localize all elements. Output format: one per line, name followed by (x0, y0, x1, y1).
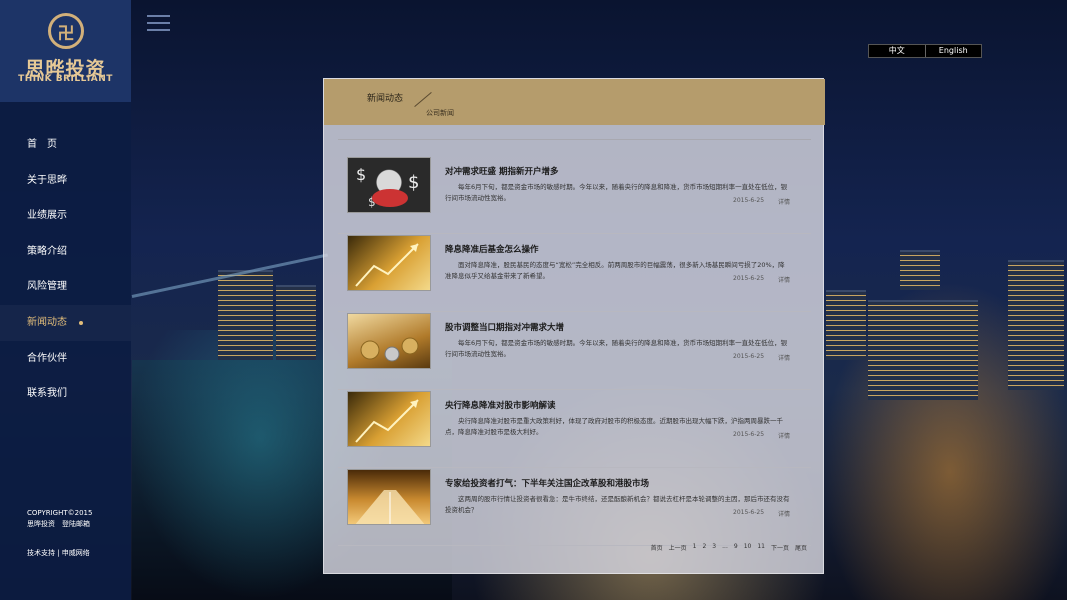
news-title[interactable]: 央行降息降准对股市影响解读 (445, 399, 556, 411)
copyright: COPYRIGHT©2015 思晔投资 登陆邮箱 (27, 508, 92, 530)
nav-item-news[interactable]: 新闻动态 (0, 304, 131, 341)
news-item[interactable]: 专家给投资者打气：下半年关注国企改革股和港股市场 这两周的股市行情让投资者很看急… (338, 469, 811, 546)
menu-icon[interactable] (147, 13, 170, 33)
nav-item-about[interactable]: 关于思晔 (0, 163, 131, 199)
language-switch: 中文 English (868, 44, 982, 58)
news-thumbnail[interactable] (347, 235, 431, 291)
news-item[interactable]: 央行降息降准对股市影响解读 央行降息降准对股市是重大政策利好，体现了政府对股市的… (338, 391, 811, 468)
pager-page-2[interactable]: 2 (702, 543, 706, 552)
news-item[interactable]: 降息降准后基金怎么操作 面对降息降准，股民基民的态度与“宽松”完全相反。前两周股… (338, 235, 811, 312)
logo-text-en: THINK BRILLIANT (18, 74, 113, 84)
nav-item-contact[interactable]: 联系我们 (0, 376, 131, 412)
svg-text:$: $ (356, 165, 366, 184)
nav-item-strategy[interactable]: 策略介绍 (0, 234, 131, 270)
building (276, 285, 316, 360)
nav-item-label: 风险管理 (27, 281, 67, 293)
nav-item-label: 合作伙伴 (27, 352, 67, 364)
nav-item-label: 首 页 (27, 139, 57, 150)
news-more-link[interactable]: 详情 (778, 353, 790, 362)
nav-item-label: 策略介绍 (27, 245, 67, 257)
nav-item-partners[interactable]: 合作伙伴 (0, 341, 131, 377)
news-title[interactable]: 对冲需求旺盛 期指新开户增多 (445, 165, 558, 177)
news-date: 2015-6-25 (733, 275, 765, 282)
building (900, 250, 940, 290)
news-title[interactable]: 股市调整当口期指对冲需求大增 (445, 321, 564, 333)
news-panel: 新闻动态 公司新闻 $ $ $ 对冲需求旺盛 期指新开户增多 每年6月下旬，都是… (323, 78, 825, 574)
news-more-link[interactable]: 详情 (778, 197, 790, 206)
nav-item-label: 联系我们 (27, 388, 67, 400)
building (218, 270, 273, 360)
pager-page-10[interactable]: 10 (744, 543, 752, 552)
news-title[interactable]: 专家给投资者打气：下半年关注国企改革股和港股市场 (445, 477, 649, 489)
road-icon (355, 490, 425, 524)
news-date: 2015-6-25 (733, 197, 765, 204)
nav-item-performance[interactable]: 业绩展示 (0, 198, 131, 234)
pager-prev[interactable]: 上一页 (669, 543, 687, 552)
panel-header: 新闻动态 公司新闻 (324, 79, 825, 125)
pager-first[interactable]: 首页 (651, 543, 663, 552)
news-date: 2015-6-25 (733, 353, 765, 360)
building (1008, 260, 1064, 390)
news-title[interactable]: 降息降准后基金怎么操作 (445, 243, 539, 255)
news-date: 2015-6-25 (733, 431, 765, 438)
logo[interactable]: 卍 思晔投资 THINK BRILLIANT (0, 0, 131, 102)
pager-page-3[interactable]: 3 (712, 543, 716, 552)
divider (338, 139, 811, 140)
pager-page-1[interactable]: 1 (693, 543, 697, 552)
sidebar: 卍 思晔投资 THINK BRILLIANT 首 页 关于思晔 业绩展示 策略介… (0, 0, 131, 600)
building (868, 300, 978, 400)
news-thumbnail[interactable] (347, 313, 431, 369)
pagination: 首页 上一页 1 2 3 ... 9 10 11 下一页 尾页 (651, 543, 807, 552)
company-login-link[interactable]: 思晔投资 登陆邮箱 (27, 519, 92, 530)
svg-text:$: $ (408, 172, 419, 193)
nav-item-label: 业绩展示 (27, 210, 67, 222)
news-item[interactable]: $ $ $ 对冲需求旺盛 期指新开户增多 每年6月下旬，都是资金市场的敏感时期。… (338, 157, 811, 234)
pager-page-11[interactable]: 11 (757, 543, 765, 552)
active-dot-icon (79, 320, 83, 325)
lang-zh-button[interactable]: 中文 (869, 45, 926, 57)
logo-emblem-icon: 卍 (48, 13, 84, 49)
copyright-text: COPYRIGHT©2015 (27, 509, 93, 517)
news-thumbnail[interactable] (347, 469, 431, 525)
lang-en-button[interactable]: English (926, 45, 982, 57)
rising-arrows-icon (355, 243, 419, 287)
pager-last[interactable]: 尾页 (795, 543, 807, 552)
coins-icon (360, 337, 419, 362)
news-date: 2015-6-25 (733, 509, 765, 516)
news-more-link[interactable]: 详情 (778, 275, 790, 284)
pager-next[interactable]: 下一页 (771, 543, 789, 552)
building (826, 290, 866, 360)
nav-item-label: 关于思晔 (27, 174, 67, 186)
news-more-link[interactable]: 详情 (778, 431, 790, 440)
news-thumbnail[interactable] (347, 391, 431, 447)
news-item[interactable]: 股市调整当口期指对冲需求大增 每年6月下旬，都是资金市场的敏感时期。今年以来，随… (338, 313, 811, 390)
panel-title: 新闻动态 (367, 94, 404, 104)
news-more-link[interactable]: 详情 (778, 509, 790, 518)
money-bag-icon: $ $ $ (356, 165, 419, 209)
main-nav: 首 页 关于思晔 业绩展示 策略介绍 风险管理 新闻动态 合作伙伴 联系我们 (0, 127, 131, 412)
news-thumbnail[interactable]: $ $ $ (347, 157, 431, 213)
panel-subtitle[interactable]: 公司新闻 (426, 108, 454, 118)
rising-arrows-icon (355, 399, 419, 443)
pager-ellipsis: ... (722, 543, 728, 550)
tech-support-link[interactable]: 技术支持 | 申威网络 (27, 548, 90, 558)
nav-item-label: 新闻动态 (27, 316, 67, 328)
divider-slash (414, 92, 432, 107)
nav-item-risk[interactable]: 风险管理 (0, 269, 131, 305)
nav-item-home[interactable]: 首 页 (0, 127, 131, 163)
pager-page-9[interactable]: 9 (734, 543, 738, 552)
